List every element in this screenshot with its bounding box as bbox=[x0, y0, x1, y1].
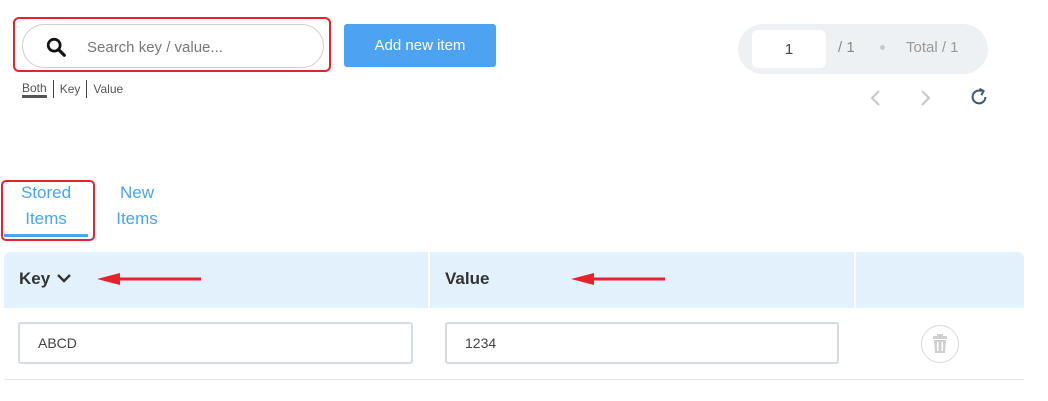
filter-divider bbox=[86, 80, 88, 98]
search-input[interactable] bbox=[85, 31, 309, 63]
column-divider bbox=[428, 252, 430, 308]
search-icon bbox=[46, 37, 66, 57]
search-filter-options: Both Key Value bbox=[22, 80, 123, 98]
active-tab-indicator bbox=[4, 234, 88, 237]
refresh-icon[interactable] bbox=[968, 86, 990, 108]
search-box[interactable] bbox=[22, 24, 324, 68]
chevron-right-icon[interactable] bbox=[915, 88, 935, 108]
delete-row-button[interactable] bbox=[921, 325, 959, 363]
key-input[interactable] bbox=[18, 322, 413, 364]
trash-icon bbox=[933, 334, 947, 353]
arrow-left-icon bbox=[97, 273, 201, 285]
arrow-left-icon bbox=[571, 273, 665, 285]
column-header-value: Value bbox=[445, 269, 490, 288]
tab-stored-items[interactable]: Stored Items bbox=[4, 180, 88, 232]
page-count-label: / 1 bbox=[838, 39, 855, 56]
value-input[interactable] bbox=[445, 322, 839, 364]
page-number-input[interactable] bbox=[752, 30, 826, 68]
chevron-down-icon[interactable] bbox=[56, 270, 72, 286]
column-divider bbox=[854, 252, 856, 308]
filter-value[interactable]: Value bbox=[93, 81, 123, 97]
separator-dot bbox=[880, 45, 885, 50]
filter-divider bbox=[52, 80, 54, 98]
total-count-label: Total / 1 bbox=[906, 39, 959, 56]
column-header-key[interactable]: Key bbox=[19, 269, 50, 289]
row-divider bbox=[4, 379, 1024, 380]
chevron-left-icon[interactable] bbox=[866, 88, 886, 108]
filter-both[interactable]: Both bbox=[22, 81, 47, 98]
tab-new-items[interactable]: New Items bbox=[104, 180, 170, 232]
filter-key[interactable]: Key bbox=[60, 81, 81, 97]
add-new-item-button[interactable]: Add new item bbox=[344, 24, 496, 67]
